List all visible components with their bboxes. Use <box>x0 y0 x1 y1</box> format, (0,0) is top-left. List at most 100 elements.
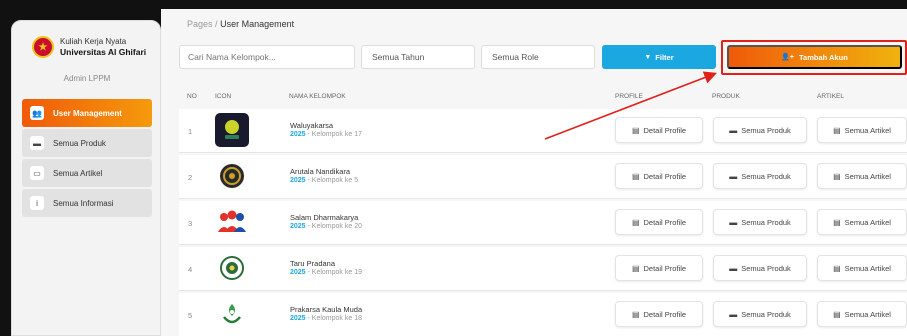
semua-artikel-label: Semua Artikel <box>844 263 891 273</box>
group-logo-icon <box>215 205 249 239</box>
sidebar-item-label: Semua Informasi <box>53 198 114 208</box>
group-number: - Kelompok ke 19 <box>305 269 362 276</box>
semua-artikel-label: Semua Artikel <box>844 309 891 319</box>
row-number: 1 <box>188 127 193 136</box>
sidebar-item-semua-artikel[interactable]: ▭ Semua Artikel <box>22 159 152 187</box>
article-icon: ▤ <box>833 171 841 181</box>
sidebar-item-user-management[interactable]: 👥 User Management <box>22 99 152 127</box>
semua-artikel-button[interactable]: ▤ Semua Artikel <box>817 163 907 189</box>
header-artikel: ARTIKEL <box>817 93 844 100</box>
group-logo-icon <box>215 159 249 193</box>
article-icon: ▤ <box>833 263 841 273</box>
breadcrumb-root[interactable]: Pages <box>187 19 213 29</box>
group-year: 2025 <box>290 131 306 138</box>
group-name-cell: Arutala Nandikara 2025 - Kelompok ke 5 <box>290 167 358 185</box>
semua-produk-button[interactable]: ▬ Semua Produk <box>713 163 807 189</box>
article-icon: ▤ <box>833 217 841 227</box>
detail-profile-button[interactable]: ▤ Detail Profile <box>615 301 703 327</box>
filter-toolbar: Semua Tahun Semua Role ▼ Filter <box>179 45 716 69</box>
semua-artikel-label: Semua Artikel <box>844 125 891 135</box>
group-logo-icon <box>215 297 249 331</box>
row-number: 5 <box>188 311 193 320</box>
role-select[interactable]: Semua Role <box>481 45 595 69</box>
semua-artikel-button[interactable]: ▤ Semua Artikel <box>817 117 907 143</box>
id-card-icon: ▤ <box>631 217 640 227</box>
article-icon: ▤ <box>833 309 841 319</box>
university-seal-icon: ★ <box>32 36 54 58</box>
group-number: - Kelompok ke 17 <box>305 131 362 138</box>
brand-line2: Universitas Al Ghifari <box>60 47 147 57</box>
add-account-button[interactable]: 👤+ Tambah Akun <box>727 45 902 69</box>
filter-label: Filter <box>655 52 674 62</box>
table-row: 3 Salam Dharmakarya 2025 - Kelompok ke 2… <box>179 201 907 245</box>
row-number: 2 <box>188 173 193 182</box>
article-icon: ▭ <box>30 166 44 180</box>
box-icon: ▬ <box>729 263 738 273</box>
group-year: 2025 <box>290 315 306 322</box>
search-input[interactable] <box>179 45 355 69</box>
window-frame-left <box>0 0 10 336</box>
users-icon: 👥 <box>30 106 44 120</box>
detail-profile-button[interactable]: ▤ Detail Profile <box>615 255 703 281</box>
header-no: NO <box>187 93 197 100</box>
semua-produk-label: Semua Produk <box>741 217 791 227</box>
sidebar-item-semua-informasi[interactable]: i Semua Informasi <box>22 189 152 217</box>
breadcrumb: Pages / User Management <box>187 19 294 29</box>
semua-produk-button[interactable]: ▬ Semua Produk <box>713 255 807 281</box>
group-number: - Kelompok ke 20 <box>305 223 362 230</box>
main-content: Pages / User Management Semua Tahun Semu… <box>161 9 907 336</box>
row-number: 3 <box>188 219 193 228</box>
table-row: 4 Taru Pradana 2025 - Kelompok ke 19 ▤ De… <box>179 247 907 291</box>
box-icon: ▬ <box>729 171 738 181</box>
breadcrumb-current: User Management <box>220 19 295 29</box>
sidebar-nav: 👥 User Management ▬ Semua Produk ▭ Semua… <box>22 99 152 219</box>
group-name: Salam Dharmakarya <box>290 213 359 222</box>
info-icon: i <box>30 196 44 210</box>
group-year: 2025 <box>290 223 306 230</box>
detail-profile-label: Detail Profile <box>643 125 687 135</box>
breadcrumb-separator: / <box>215 19 218 29</box>
group-name-cell: Waluyakarsa 2025 - Kelompok ke 17 <box>290 121 362 139</box>
detail-profile-button[interactable]: ▤ Detail Profile <box>615 209 703 235</box>
header-icon: ICON <box>215 93 232 100</box>
detail-profile-label: Detail Profile <box>643 217 687 227</box>
group-name: Taru Pradana <box>290 259 336 268</box>
group-name: Prakarsa Kaula Muda <box>290 305 363 314</box>
semua-artikel-button[interactable]: ▤ Semua Artikel <box>817 255 907 281</box>
sidebar-item-label: User Management <box>53 108 122 118</box>
window-frame-top <box>0 0 907 9</box>
semua-produk-button[interactable]: ▬ Semua Produk <box>713 209 807 235</box>
detail-profile-button[interactable]: ▤ Detail Profile <box>615 163 703 189</box>
box-icon: ▬ <box>729 125 738 135</box>
header-name: NAMA KELOMPOK <box>289 93 346 100</box>
detail-profile-label: Detail Profile <box>643 171 687 181</box>
brand: ★ Kuliah Kerja Nyata Universitas Al Ghif… <box>32 36 146 58</box>
detail-profile-label: Detail Profile <box>643 309 687 319</box>
group-number: - Kelompok ke 18 <box>305 315 362 322</box>
box-icon: ▬ <box>729 217 738 227</box>
sidebar-item-label: Semua Artikel <box>53 168 103 178</box>
semua-produk-button[interactable]: ▬ Semua Produk <box>713 301 807 327</box>
filter-icon: ▼ <box>644 53 652 61</box>
sidebar-item-semua-produk[interactable]: ▬ Semua Produk <box>22 129 152 157</box>
id-card-icon: ▤ <box>631 309 640 319</box>
id-card-icon: ▤ <box>631 263 640 273</box>
group-name-cell: Salam Dharmakarya 2025 - Kelompok ke 20 <box>290 213 362 231</box>
header-profile: PROFILE <box>615 93 643 100</box>
table-row: 5 Prakarsa Kaula Muda 2025 - Kelompok ke… <box>179 293 907 336</box>
semua-artikel-button[interactable]: ▤ Semua Artikel <box>817 209 907 235</box>
year-select[interactable]: Semua Tahun <box>361 45 475 69</box>
group-name-cell: Taru Pradana 2025 - Kelompok ke 19 <box>290 259 362 277</box>
semua-produk-label: Semua Produk <box>741 263 791 273</box>
group-logo-icon <box>215 251 249 285</box>
semua-artikel-label: Semua Artikel <box>844 171 891 181</box>
admin-label: Admin LPPM <box>63 74 111 83</box>
group-year: 2025 <box>290 177 306 184</box>
semua-produk-label: Semua Produk <box>741 125 791 135</box>
detail-profile-button[interactable]: ▤ Detail Profile <box>615 117 703 143</box>
row-number: 4 <box>188 265 193 274</box>
group-name-cell: Prakarsa Kaula Muda 2025 - Kelompok ke 1… <box>290 305 362 323</box>
filter-button[interactable]: ▼ Filter <box>602 45 716 69</box>
semua-artikel-button[interactable]: ▤ Semua Artikel <box>817 301 907 327</box>
semua-produk-button[interactable]: ▬ Semua Produk <box>713 117 807 143</box>
